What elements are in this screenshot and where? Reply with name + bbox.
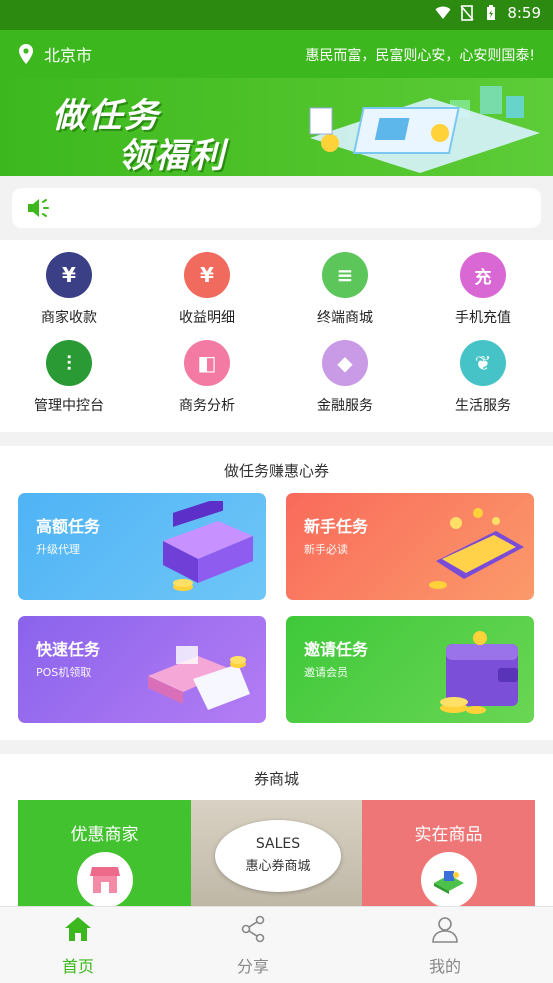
mall-center-badge: SALES 惠心券商城 xyxy=(215,820,341,892)
pos-terminal-illustration xyxy=(148,646,250,710)
income-hand-icon: ¥ xyxy=(184,252,230,298)
coupon-mall-panel[interactable]: SALES 惠心券商城 xyxy=(191,800,362,906)
banner-illustration xyxy=(309,86,540,173)
mall-section-title: 券商城 xyxy=(253,770,299,788)
mall-banner: 优惠商家 SALES 惠心券商城 实在商品 xyxy=(18,800,535,906)
task-card-subtitle: POS机领取 xyxy=(36,666,92,679)
menu-label: 收益明细 xyxy=(179,310,235,326)
tab-profile[interactable]: 我的 xyxy=(385,915,505,977)
terminal-mall-icon: ≡ xyxy=(322,252,368,298)
status-bar: 8:59 xyxy=(0,0,553,30)
menu-label: 商家收款 xyxy=(41,310,97,326)
diamond-icon: ◆ xyxy=(322,340,368,386)
menu-control-console[interactable]: ⫶ 管理中控台 xyxy=(0,340,138,415)
coupon-mall-section: 券商城 优惠商家 SALES 惠心券商城 实在商品 xyxy=(0,754,553,906)
tab-home-label: 首页 xyxy=(61,957,94,976)
tab-share[interactable]: 分享 xyxy=(193,915,313,977)
real-goods-panel[interactable]: 实在商品 xyxy=(362,800,535,906)
task-card-title: 邀请任务 xyxy=(304,640,369,659)
task-card-title: 快速任务 xyxy=(36,640,101,659)
menu-life-services[interactable]: ❦ 生活服务 xyxy=(414,340,552,415)
control-sliders-icon: ⫶ xyxy=(46,340,92,386)
preferred-merchants-panel[interactable]: 优惠商家 xyxy=(18,800,191,906)
menu-phone-recharge[interactable]: 充 手机充值 xyxy=(414,252,552,327)
task-card-title: 新手任务 xyxy=(304,517,369,536)
preferred-merchants-label: 优惠商家 xyxy=(70,825,139,845)
pos-machine-illustration xyxy=(163,501,253,591)
task-card-subtitle: 升级代理 xyxy=(36,543,80,556)
menu-business-analysis[interactable]: ◧ 商务分析 xyxy=(138,340,276,415)
task-card-invite[interactable]: 邀请任务 邀请会员 xyxy=(286,616,534,723)
share-icon xyxy=(241,915,265,943)
profile-icon xyxy=(432,917,458,943)
banner-line-2: 领福利 xyxy=(118,136,226,176)
wallet-illustration xyxy=(440,631,518,714)
menu-terminal-mall[interactable]: ≡ 终端商城 xyxy=(276,252,414,327)
promo-banner[interactable]: 做任务 领福利 xyxy=(0,78,553,176)
menu-label: 金融服务 xyxy=(317,398,373,414)
menu-label: 终端商城 xyxy=(317,310,373,326)
menu-label: 商务分析 xyxy=(179,398,235,414)
menu-label: 管理中控台 xyxy=(34,398,104,414)
task-section-title: 做任务赚惠心券 xyxy=(223,462,329,480)
tab-share-label: 分享 xyxy=(236,957,269,976)
task-card-newbie[interactable]: 新手任务 新手必读 xyxy=(286,493,534,600)
location-pin-icon xyxy=(19,44,33,64)
sales-label: SALES xyxy=(255,836,301,852)
task-card-title: 高额任务 xyxy=(36,517,101,536)
goods-icon xyxy=(421,852,477,906)
slogan-text: 惠民而富，民富则心安，心安则国泰! xyxy=(305,48,535,64)
top-bar: 北京市 惠民而富，民富则心安，心安则国泰! xyxy=(0,30,553,78)
tab-profile-label: 我的 xyxy=(428,957,461,976)
signal-off-icon xyxy=(460,5,474,21)
wifi-icon xyxy=(435,6,451,19)
task-card-subtitle: 新手必读 xyxy=(304,543,348,556)
phone-coins-illustration xyxy=(429,508,524,589)
notice-bar[interactable] xyxy=(12,188,541,228)
plant-icon: ❦ xyxy=(460,340,506,386)
task-card-quick[interactable]: 快速任务 POS机领取 xyxy=(18,616,266,723)
menu-label: 手机充值 xyxy=(455,310,511,326)
speaker-icon xyxy=(28,199,49,217)
task-section: 做任务赚惠心券 高额任务 升级代理 新手任务 新手必读 快速任务 POS机领取 xyxy=(0,446,553,740)
tab-home[interactable]: 首页 xyxy=(18,915,138,977)
status-time: 8:59 xyxy=(507,4,541,22)
service-menu: ¥ 商家收款 ¥ 收益明细 ≡ 终端商城 充 手机充值 ⫶ 管理中控台 ◧ 商务… xyxy=(0,240,553,432)
menu-financial-services[interactable]: ◆ 金融服务 xyxy=(276,340,414,415)
recharge-icon: 充 xyxy=(460,252,506,298)
task-card-high-value[interactable]: 高额任务 升级代理 xyxy=(18,493,266,600)
real-goods-label: 实在商品 xyxy=(414,825,483,845)
shop-icon xyxy=(77,852,133,906)
city-selector[interactable]: 北京市 xyxy=(18,42,92,66)
bottom-tab-bar: 首页 分享 我的 xyxy=(0,906,553,983)
menu-merchant-payment[interactable]: ¥ 商家收款 xyxy=(0,252,138,327)
city-name: 北京市 xyxy=(44,46,93,65)
battery-icon xyxy=(487,5,496,20)
coupon-mall-name: 惠心券商城 xyxy=(245,859,311,874)
yen-icon: ¥ xyxy=(46,252,92,298)
task-card-subtitle: 邀请会员 xyxy=(304,666,348,679)
menu-label: 生活服务 xyxy=(455,398,511,414)
menu-income-details[interactable]: ¥ 收益明细 xyxy=(138,252,276,327)
analysis-icon: ◧ xyxy=(184,340,230,386)
home-icon xyxy=(65,917,91,941)
